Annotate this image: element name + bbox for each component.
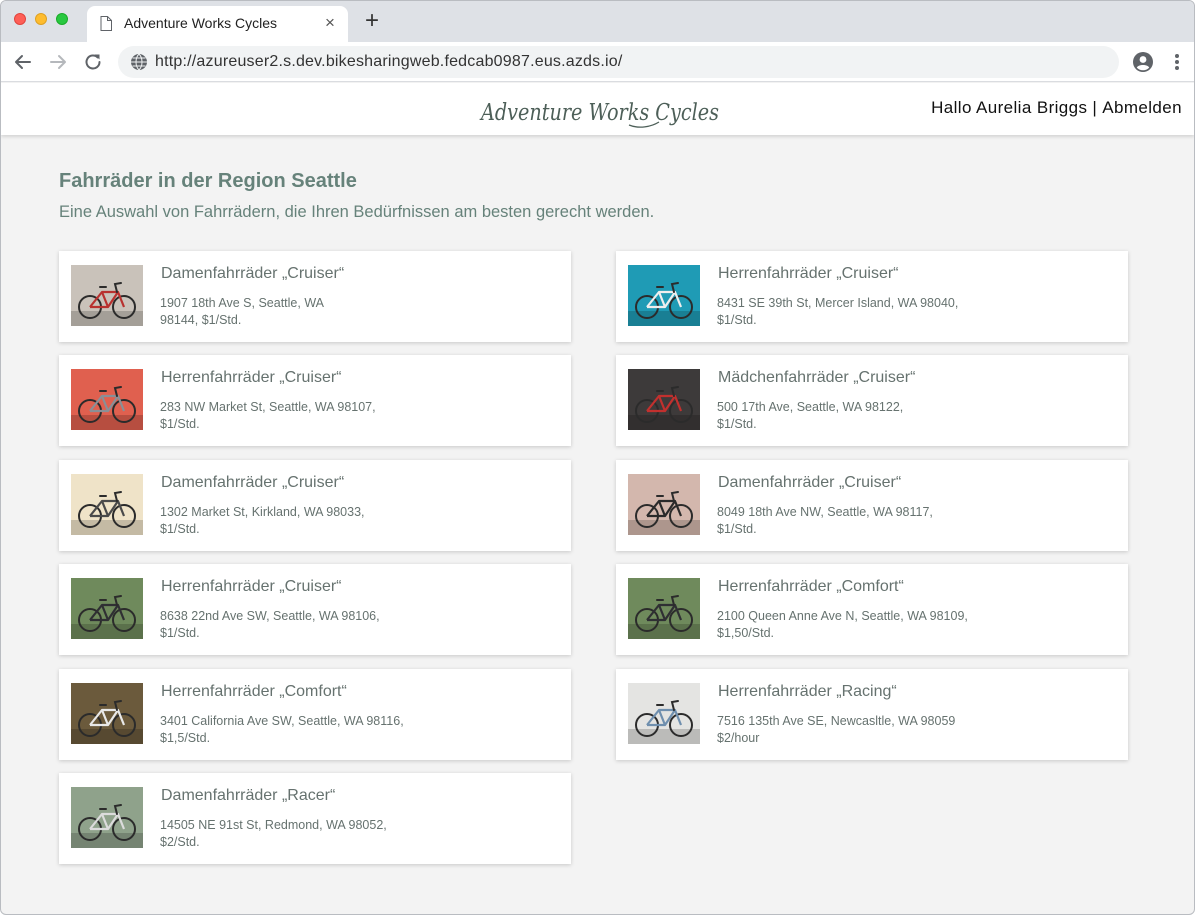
- minimize-window-button[interactable]: [35, 13, 47, 25]
- bike-card[interactable]: Herrenfahrräder „Comfort“ 3401 California…: [59, 669, 571, 760]
- more-vert-icon[interactable]: [1169, 51, 1185, 73]
- bike-card[interactable]: Herrenfahrräder „Racing“ 7516 135th Ave S…: [616, 669, 1128, 760]
- new-tab-button[interactable]: +: [361, 9, 383, 33]
- bike-card[interactable]: Damenfahrräder „Cruiser“ 8049 18th Ave NW…: [616, 460, 1128, 551]
- page-subtitle: Eine Auswahl von Fahrrädern, die Ihren B…: [59, 203, 655, 221]
- bike-card[interactable]: Herrenfahrräder „Cruiser“ 283 NW Market S…: [59, 355, 571, 446]
- bike-address: 8049 18th Ave NW, Seattle, WA 98117, $1/S…: [717, 504, 1007, 538]
- bike-address: 283 NW Market St, Seattle, WA 98107, $1/S…: [160, 399, 450, 433]
- tab-title: Adventure Works Cycles: [124, 15, 278, 31]
- bike-price-line: $2/hour: [717, 731, 760, 745]
- bike-name[interactable]: Damenfahrräder „Racer“: [161, 787, 335, 805]
- user-nav: Hallo Aurelia Briggs | Abmelden: [931, 98, 1182, 118]
- bike-address-line: 2100 Queen Anne Ave N, Seattle, WA 98109…: [717, 609, 968, 623]
- bike-card[interactable]: Damenfahrräder „Racer“ 14505 NE 91st St, …: [59, 773, 571, 864]
- browser-window: Adventure Works Cycles × + http://azureu…: [0, 0, 1195, 915]
- bike-photo[interactable]: [71, 474, 143, 535]
- site-header: Adventure Works Cycles Hallo Aurelia Bri…: [1, 83, 1194, 135]
- page-icon: [100, 16, 112, 31]
- bike-price-line: $2/Std.: [160, 835, 200, 849]
- bike-address: 14505 NE 91st St, Redmond, WA 98052, $2/S…: [160, 817, 450, 851]
- bike-price-line: $1/Std.: [717, 417, 757, 431]
- bike-photo[interactable]: [71, 578, 143, 639]
- bike-address-line: 7516 135th Ave SE, Newcasltle, WA 98059: [717, 714, 956, 728]
- bike-name[interactable]: Herrenfahrräder „Cruiser“: [161, 369, 342, 387]
- bike-address-line: 283 NW Market St, Seattle, WA 98107,: [160, 400, 376, 414]
- logo-text: Adventure Works Cycles: [479, 100, 719, 126]
- bike-photo[interactable]: [71, 683, 143, 744]
- bike-name[interactable]: Herrenfahrräder „Racing“: [718, 683, 897, 701]
- bike-photo[interactable]: [628, 683, 700, 744]
- address-bar[interactable]: http://azureuser2.s.dev.bikesharingweb.f…: [118, 46, 1119, 78]
- bike-address-line: 14505 NE 91st St, Redmond, WA 98052,: [160, 818, 387, 832]
- bike-name[interactable]: Damenfahrräder „Cruiser“: [718, 474, 901, 492]
- bike-address-line: 1302 Market St, Kirkland, WA 98033,: [160, 505, 365, 519]
- bike-address: 8638 22nd Ave SW, Seattle, WA 98106, $1/S…: [160, 608, 450, 642]
- arrow-left-icon[interactable]: [12, 51, 34, 73]
- reload-icon[interactable]: [82, 51, 104, 73]
- bike-price-line: $1,50/Std.: [717, 626, 774, 640]
- bike-address-line: 8638 22nd Ave SW, Seattle, WA 98106,: [160, 609, 380, 623]
- bike-address-line: 3401 California Ave SW, Seattle, WA 9811…: [160, 714, 404, 728]
- logout-link[interactable]: Abmelden: [1102, 98, 1182, 117]
- greeting-text: Hallo Aurelia Briggs: [931, 98, 1088, 117]
- nav-separator: |: [1092, 98, 1098, 117]
- bike-address-line: 500 17th Ave, Seattle, WA 98122,: [717, 400, 904, 414]
- tab-active[interactable]: Adventure Works Cycles ×: [87, 6, 348, 42]
- bike-card[interactable]: Damenfahrräder „Cruiser“ 1302 Market St, …: [59, 460, 571, 551]
- bike-photo[interactable]: [628, 474, 700, 535]
- browser-toolbar: http://azureuser2.s.dev.bikesharingweb.f…: [1, 42, 1194, 82]
- globe-icon: [130, 53, 148, 71]
- bike-photo[interactable]: [628, 265, 700, 326]
- bike-name[interactable]: Damenfahrräder „Cruiser“: [161, 265, 344, 283]
- bike-name[interactable]: Damenfahrräder „Cruiser“: [161, 474, 344, 492]
- bike-card[interactable]: Herrenfahrräder „Cruiser“ 8431 SE 39th St…: [616, 251, 1128, 342]
- bike-photo[interactable]: [71, 787, 143, 848]
- bike-photo[interactable]: [628, 578, 700, 639]
- bike-price-line: $1/Std.: [717, 522, 757, 536]
- bike-address: 8431 SE 39th St, Mercer Island, WA 98040…: [717, 295, 1007, 329]
- bike-name[interactable]: Herrenfahrräder „Comfort“: [718, 578, 904, 596]
- bike-address-line: 1907 18th Ave S, Seattle, WA: [160, 296, 324, 310]
- bike-card[interactable]: Herrenfahrräder „Cruiser“ 8638 22nd Ave S…: [59, 564, 571, 655]
- page-title: Fahrräder in der Region Seattle: [59, 170, 357, 192]
- tab-close-icon[interactable]: ×: [320, 13, 340, 33]
- bike-price-line: $1,5/Std.: [160, 731, 211, 745]
- bike-photo[interactable]: [71, 265, 143, 326]
- bike-price-line: $1/Std.: [717, 313, 757, 327]
- bike-address-line: 8431 SE 39th St, Mercer Island, WA 98040…: [717, 296, 959, 310]
- bike-address: 1907 18th Ave S, Seattle, WA 98144, $1/St…: [160, 295, 450, 329]
- bike-name[interactable]: Herrenfahrräder „Comfort“: [161, 683, 347, 701]
- bike-price-line: $1/Std.: [160, 417, 200, 431]
- url-text[interactable]: http://azureuser2.s.dev.bikesharingweb.f…: [155, 53, 623, 71]
- bike-address: 1302 Market St, Kirkland, WA 98033, $1/St…: [160, 504, 450, 538]
- bike-photo[interactable]: [71, 369, 143, 430]
- bike-address-line: 8049 18th Ave NW, Seattle, WA 98117,: [717, 505, 933, 519]
- bike-price-line: $1/Std.: [160, 626, 200, 640]
- bike-name[interactable]: Mädchenfahrräder „Cruiser“: [718, 369, 915, 387]
- bike-address: 2100 Queen Anne Ave N, Seattle, WA 98109…: [717, 608, 1007, 642]
- close-window-button[interactable]: [14, 13, 26, 25]
- bike-price-line: $1/Std.: [160, 522, 200, 536]
- brand-logo[interactable]: Adventure Works Cycles: [479, 89, 724, 131]
- bike-card[interactable]: Damenfahrräder „Cruiser“ 1907 18th Ave S,…: [59, 251, 571, 342]
- main-content: Fahrräder in der Region Seattle Eine Aus…: [1, 135, 1194, 914]
- bike-name[interactable]: Herrenfahrräder „Cruiser“: [161, 578, 342, 596]
- bike-card[interactable]: Herrenfahrräder „Comfort“ 2100 Queen Anne…: [616, 564, 1128, 655]
- bike-price-line: 98144, $1/Std.: [160, 313, 242, 327]
- tab-strip: Adventure Works Cycles × +: [1, 1, 1194, 42]
- bike-name[interactable]: Herrenfahrräder „Cruiser“: [718, 265, 899, 283]
- bike-photo[interactable]: [628, 369, 700, 430]
- bike-address: 7516 135th Ave SE, Newcasltle, WA 98059 $…: [717, 713, 1007, 747]
- arrow-right-icon[interactable]: [47, 51, 69, 73]
- bike-address: 500 17th Ave, Seattle, WA 98122, $1/Std.: [717, 399, 1007, 433]
- bike-card[interactable]: Mädchenfahrräder „Cruiser“ 500 17th Ave, …: [616, 355, 1128, 446]
- bike-address: 3401 California Ave SW, Seattle, WA 9811…: [160, 713, 450, 747]
- account-circle-icon[interactable]: [1132, 51, 1154, 73]
- maximize-window-button[interactable]: [56, 13, 68, 25]
